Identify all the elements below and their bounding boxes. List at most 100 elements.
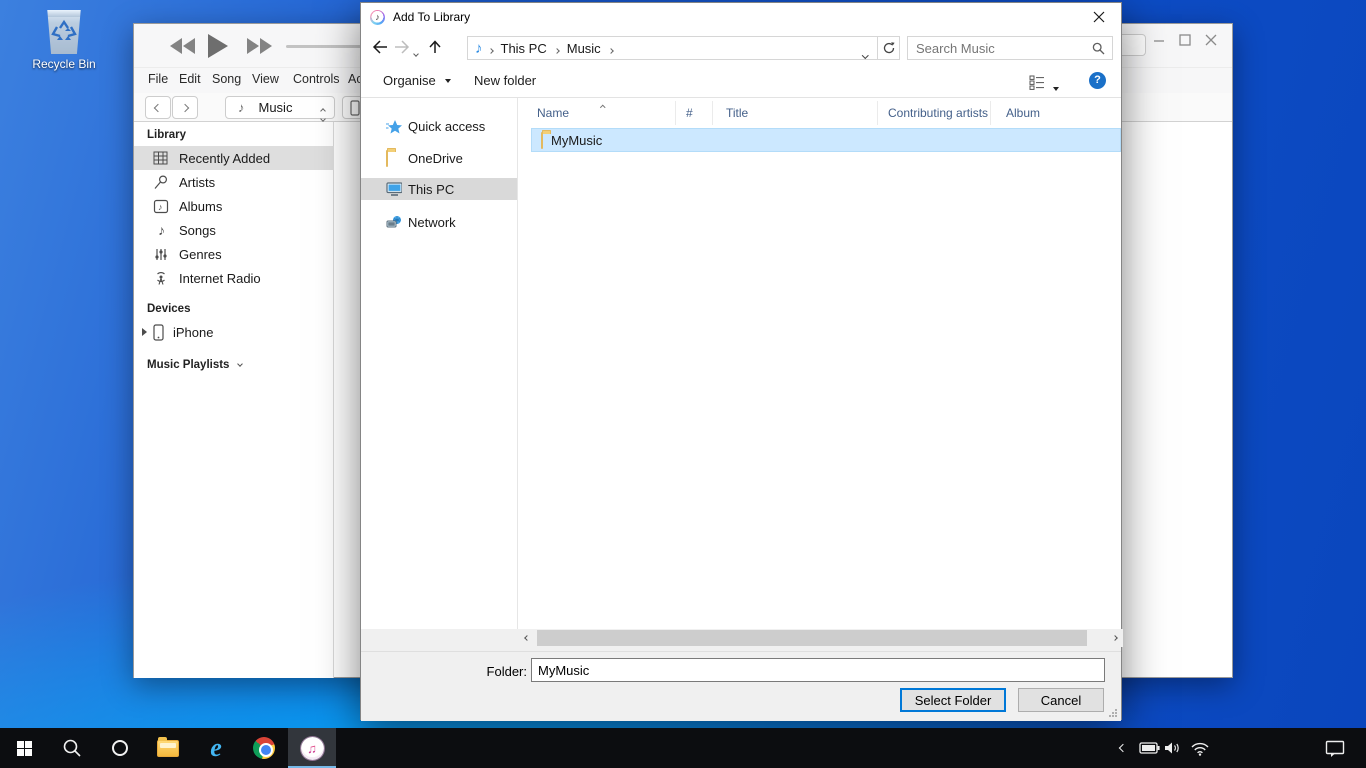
taskbar-search-button[interactable] xyxy=(48,728,96,768)
search-box[interactable] xyxy=(907,36,1113,60)
help-button[interactable]: ? xyxy=(1089,72,1106,89)
address-dropdown-chevron-icon[interactable] xyxy=(863,45,868,60)
sidebar-header-music-playlists[interactable]: Music Playlists xyxy=(147,359,242,371)
tray-volume[interactable] xyxy=(1160,728,1186,768)
back-icon[interactable] xyxy=(371,39,389,55)
grid-icon xyxy=(153,151,170,165)
column-header-title[interactable]: Title xyxy=(713,101,878,125)
sidebar-item-recently-added[interactable]: Recently Added xyxy=(134,146,334,170)
itunes-sidebar: Library Recently Added Artists ♪ Albums … xyxy=(134,122,334,678)
breadcrumb-music[interactable]: Music xyxy=(561,41,607,56)
play-icon[interactable] xyxy=(206,33,230,59)
internet-explorer-icon: e xyxy=(210,737,222,759)
chevron-down-icon xyxy=(237,361,243,367)
refresh-button[interactable] xyxy=(878,36,900,60)
sidebar-item-songs[interactable]: ♪ Songs xyxy=(134,218,334,242)
cortana-circle-icon xyxy=(112,740,128,756)
itunes-app-icon: ♪ xyxy=(370,10,385,25)
desktop: Recycle Bin File Edit Song View Controls xyxy=(0,0,1366,768)
media-kind-selector[interactable]: ♪ Music xyxy=(225,96,335,119)
dialog-titlebar[interactable]: ♪ Add To Library xyxy=(361,3,1121,31)
sidebar-item-iphone[interactable]: iPhone xyxy=(134,320,334,344)
menu-file[interactable]: File xyxy=(148,72,168,86)
chrome-button[interactable] xyxy=(240,728,288,768)
itunes-maximize-icon[interactable] xyxy=(1174,30,1196,50)
address-bar[interactable]: ♪ This PC Music xyxy=(467,36,878,60)
column-header-contributing-artists[interactable]: Contributing artists xyxy=(878,101,991,125)
folder-name-input[interactable] xyxy=(531,658,1105,682)
tray-hidden-icons-button[interactable] xyxy=(1110,728,1136,768)
itunes-taskbar-button[interactable]: ♫ xyxy=(288,728,336,768)
battery-icon xyxy=(1139,742,1160,754)
resize-grip[interactable] xyxy=(1108,708,1118,718)
refresh-icon xyxy=(882,41,896,55)
file-name: MyMusic xyxy=(551,133,602,148)
itunes-close-icon[interactable] xyxy=(1200,30,1222,50)
action-center-icon xyxy=(1325,740,1345,757)
recycle-bin-shortcut[interactable]: Recycle Bin xyxy=(28,10,100,71)
nav-item-network[interactable]: Network xyxy=(361,211,517,233)
forward-icon[interactable] xyxy=(393,39,411,55)
horizontal-scrollbar[interactable] xyxy=(518,629,1123,647)
view-mode-icon[interactable] xyxy=(1029,74,1046,90)
microphone-icon xyxy=(153,175,170,190)
sidebar-item-genres[interactable]: Genres xyxy=(134,242,334,266)
sidebar-item-albums[interactable]: ♪ Albums xyxy=(134,194,334,218)
column-header-album[interactable]: Album xyxy=(991,101,1122,125)
nav-item-this-pc[interactable]: This PC xyxy=(361,178,517,200)
start-button[interactable] xyxy=(0,728,48,768)
search-icon xyxy=(62,738,82,758)
menu-view[interactable]: View xyxy=(252,72,279,86)
folder-field-label: Folder: xyxy=(459,664,527,679)
organise-menu[interactable]: Organise xyxy=(383,73,451,88)
dialog-close-button[interactable] xyxy=(1076,3,1121,31)
cortana-button[interactable] xyxy=(96,728,144,768)
scroll-right-arrow[interactable] xyxy=(1106,629,1123,647)
tray-wifi[interactable] xyxy=(1186,728,1214,768)
sidebar-item-internet-radio[interactable]: Internet Radio xyxy=(134,266,334,290)
sidebar-header-devices: Devices xyxy=(147,303,190,315)
iphone-icon xyxy=(350,100,360,116)
breadcrumb-this-pc[interactable]: This PC xyxy=(495,41,553,56)
scrollbar-thumb[interactable] xyxy=(537,630,1087,646)
next-track-icon[interactable] xyxy=(246,36,274,56)
action-center-button[interactable] xyxy=(1318,728,1352,768)
column-header-number[interactable]: # xyxy=(676,101,713,125)
menu-edit[interactable]: Edit xyxy=(179,72,201,86)
cancel-button[interactable]: Cancel xyxy=(1018,688,1104,712)
dialog-title: Add To Library xyxy=(393,10,470,24)
column-header-name[interactable]: Name xyxy=(518,101,676,125)
sidebar-item-artists[interactable]: Artists xyxy=(134,170,334,194)
up-icon[interactable] xyxy=(427,39,443,55)
view-mode-caret-icon[interactable] xyxy=(1053,79,1059,94)
file-row-mymusic[interactable]: MyMusic xyxy=(531,128,1121,152)
taskbar: e ♫ xyxy=(0,728,1366,768)
itunes-forward-button[interactable] xyxy=(172,96,198,119)
music-note-icon: ♪ xyxy=(238,100,245,115)
nav-item-quick-access[interactable]: Quick access xyxy=(361,115,517,137)
chrome-icon xyxy=(253,737,275,759)
search-input[interactable] xyxy=(916,39,1086,57)
menu-controls[interactable]: Controls xyxy=(293,72,340,86)
sort-ascending-icon xyxy=(601,98,605,112)
itunes-minimize-icon[interactable] xyxy=(1148,30,1170,50)
recent-locations-chevron-icon[interactable] xyxy=(414,44,418,59)
dialog-command-bar: Organise New folder ? xyxy=(361,65,1121,98)
menu-song[interactable]: Song xyxy=(212,72,241,86)
disclosure-triangle-icon[interactable] xyxy=(142,328,147,336)
tray-battery[interactable] xyxy=(1136,728,1162,768)
previous-track-icon[interactable] xyxy=(169,36,197,56)
nav-item-onedrive[interactable]: OneDrive xyxy=(361,147,517,169)
file-explorer-button[interactable] xyxy=(144,728,192,768)
new-folder-button[interactable]: New folder xyxy=(474,73,536,88)
itunes-back-button[interactable] xyxy=(145,96,171,119)
windows-logo-icon xyxy=(17,741,32,756)
file-list: Name # Title Contributing artists Album … xyxy=(518,98,1121,629)
dialog-footer: Folder: Select Folder Cancel xyxy=(361,651,1121,721)
volume-slider[interactable] xyxy=(286,45,362,48)
select-folder-button[interactable]: Select Folder xyxy=(900,688,1006,712)
recycle-bin-label: Recycle Bin xyxy=(28,57,100,71)
scroll-left-arrow[interactable] xyxy=(518,629,535,647)
this-pc-monitor-icon xyxy=(386,182,402,197)
internet-explorer-button[interactable]: e xyxy=(192,728,240,768)
